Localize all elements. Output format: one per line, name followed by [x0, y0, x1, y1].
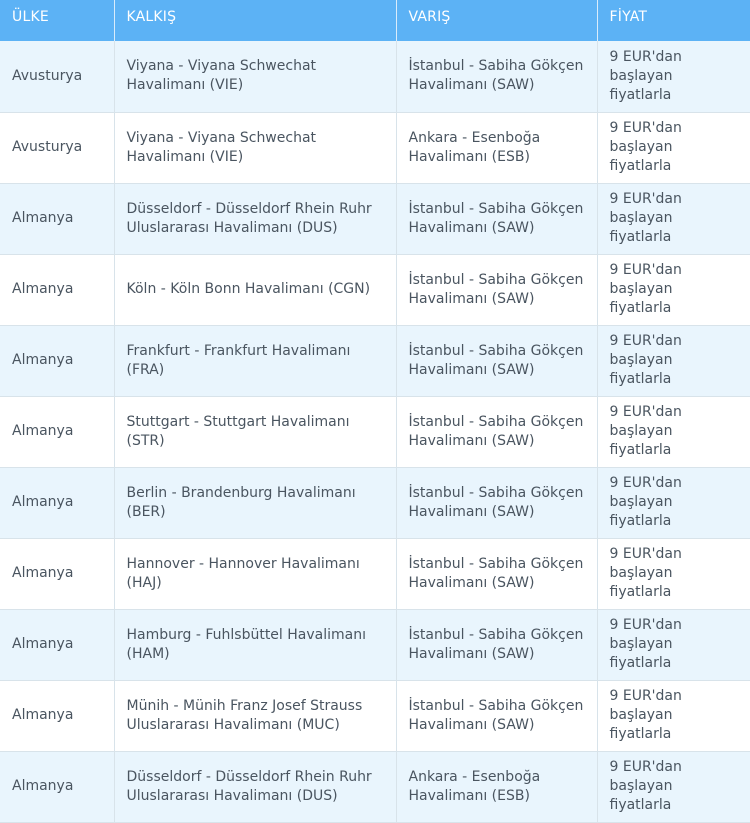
header-row: ÜLKE KALKIŞ VARIŞ FİYAT [0, 0, 750, 41]
table-row: Almanya Berlin - Brandenburg Havalimanı (… [0, 467, 750, 539]
cell-price: 9 EUR'dan başlayan fiyatlarla [597, 325, 750, 397]
cell-arrival: İstanbul - Sabiha Gökçen Havalimanı (SAW… [396, 396, 598, 468]
cell-departure: Stuttgart - Stuttgart Havalimanı (STR) [114, 396, 397, 468]
cell-country: Almanya [0, 254, 115, 326]
table-row: Almanya Frankfurt - Frankfurt Havalimanı … [0, 325, 750, 397]
table-row: Almanya Stuttgart - Stuttgart Havalimanı … [0, 396, 750, 468]
cell-price: 9 EUR'dan başlayan fiyatlarla [597, 538, 750, 610]
cell-arrival: Ankara - Esenboğa Havalimanı (ESB) [396, 112, 598, 184]
cell-departure: Hannover - Hannover Havalimanı (HAJ) [114, 538, 397, 610]
cell-departure: Münih - Münih Franz Josef Strauss Ulusla… [114, 680, 397, 752]
cell-country: Almanya [0, 538, 115, 610]
cell-country: Avusturya [0, 41, 115, 113]
cell-price: 9 EUR'dan başlayan fiyatlarla [597, 609, 750, 681]
table-row: Almanya Düsseldorf - Düsseldorf Rhein Ruh… [0, 751, 750, 823]
cell-arrival: İstanbul - Sabiha Gökçen Havalimanı (SAW… [396, 254, 598, 326]
cell-country: Almanya [0, 467, 115, 539]
header-arrival: VARIŞ [396, 0, 598, 41]
table-header: ÜLKE KALKIŞ VARIŞ FİYAT [0, 0, 750, 41]
cell-price: 9 EUR'dan başlayan fiyatlarla [597, 680, 750, 752]
cell-price: 9 EUR'dan başlayan fiyatlarla [597, 396, 750, 468]
cell-departure: Düsseldorf - Düsseldorf Rhein Ruhr Ulusl… [114, 751, 397, 823]
cell-price: 9 EUR'dan başlayan fiyatlarla [597, 41, 750, 113]
cell-arrival: Ankara - Esenboğa Havalimanı (ESB) [396, 751, 598, 823]
header-country: ÜLKE [0, 0, 115, 41]
cell-arrival: İstanbul - Sabiha Gökçen Havalimanı (SAW… [396, 609, 598, 681]
cell-country: Almanya [0, 680, 115, 752]
header-price: FİYAT [597, 0, 750, 41]
cell-departure: Frankfurt - Frankfurt Havalimanı (FRA) [114, 325, 397, 397]
cell-arrival: İstanbul - Sabiha Gökçen Havalimanı (SAW… [396, 538, 598, 610]
cell-country: Almanya [0, 325, 115, 397]
cell-departure: Hamburg - Fuhlsbüttel Havalimanı (HAM) [114, 609, 397, 681]
table-row: Almanya Düsseldorf - Düsseldorf Rhein Ruh… [0, 183, 750, 255]
table-body: Avusturya Viyana - Viyana Schwechat Haval… [0, 41, 750, 823]
cell-arrival: İstanbul - Sabiha Gökçen Havalimanı (SAW… [396, 680, 598, 752]
cell-country: Almanya [0, 609, 115, 681]
table-row: Almanya Münih - Münih Franz Josef Strauss… [0, 680, 750, 752]
cell-price: 9 EUR'dan başlayan fiyatlarla [597, 112, 750, 184]
cell-country: Avusturya [0, 112, 115, 184]
cell-country: Almanya [0, 396, 115, 468]
header-departure: KALKIŞ [114, 0, 397, 41]
table-row: Almanya Köln - Köln Bonn Havalimanı (CGN)… [0, 254, 750, 326]
cell-departure: Düsseldorf - Düsseldorf Rhein Ruhr Ulusl… [114, 183, 397, 255]
cell-price: 9 EUR'dan başlayan fiyatlarla [597, 467, 750, 539]
cell-arrival: İstanbul - Sabiha Gökçen Havalimanı (SAW… [396, 467, 598, 539]
cell-price: 9 EUR'dan başlayan fiyatlarla [597, 254, 750, 326]
cell-price: 9 EUR'dan başlayan fiyatlarla [597, 183, 750, 255]
cell-arrival: İstanbul - Sabiha Gökçen Havalimanı (SAW… [396, 41, 598, 113]
cell-price: 9 EUR'dan başlayan fiyatlarla [597, 751, 750, 823]
flight-routes-table: ÜLKE KALKIŞ VARIŞ FİYAT Avusturya Viyana … [0, 0, 750, 823]
cell-arrival: İstanbul - Sabiha Gökçen Havalimanı (SAW… [396, 325, 598, 397]
cell-country: Almanya [0, 183, 115, 255]
cell-departure: Berlin - Brandenburg Havalimanı (BER) [114, 467, 397, 539]
cell-arrival: İstanbul - Sabiha Gökçen Havalimanı (SAW… [396, 183, 598, 255]
cell-departure: Viyana - Viyana Schwechat Havalimanı (VI… [114, 112, 397, 184]
cell-country: Almanya [0, 751, 115, 823]
table-row: Almanya Hamburg - Fuhlsbüttel Havalimanı … [0, 609, 750, 681]
cell-departure: Köln - Köln Bonn Havalimanı (CGN) [114, 254, 397, 326]
table-row: Avusturya Viyana - Viyana Schwechat Haval… [0, 41, 750, 113]
cell-departure: Viyana - Viyana Schwechat Havalimanı (VI… [114, 41, 397, 113]
table-row: Almanya Hannover - Hannover Havalimanı (H… [0, 538, 750, 610]
table-row: Avusturya Viyana - Viyana Schwechat Haval… [0, 112, 750, 184]
